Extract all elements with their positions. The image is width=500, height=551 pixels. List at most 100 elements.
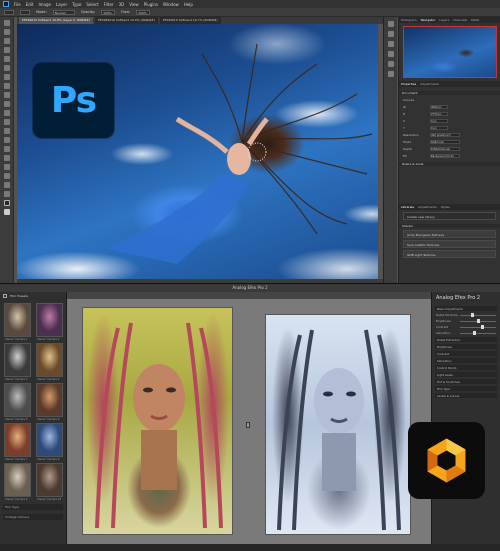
section-light-leaks[interactable]: Light Leaks [435,372,497,377]
preset-thumbnail[interactable]: Classic Camera 7 [4,423,31,461]
slider-contrast[interactable]: Contrast [436,325,496,329]
slider-track[interactable] [460,313,496,317]
depth-dropdown[interactable]: 8 Bits/Channel [430,147,460,151]
menu-image[interactable]: Image [38,2,51,7]
background-color-swatch[interactable] [3,209,10,215]
preset-thumbnail[interactable]: Classic Camera 2 [36,303,63,341]
mode-dropdown[interactable]: RGB Color [430,140,460,144]
character-panel-icon[interactable] [387,51,394,57]
menu-view[interactable]: View [129,2,139,7]
tab-styles[interactable]: Styles [441,205,450,209]
lasso-tool-icon[interactable] [3,38,10,44]
slider-saturation[interactable]: Saturation [436,331,496,335]
brush-preset-icon[interactable] [20,9,30,15]
brush-tool-icon[interactable] [3,83,10,89]
x-field[interactable]: 0 px [430,119,448,123]
tab-properties[interactable]: Properties [401,82,416,86]
rulers-grids-label[interactable]: Rulers & Grids [399,162,500,166]
section-contrast[interactable]: Contrast [435,351,497,356]
preset-thumbnail[interactable]: Classic Camera 8 [36,423,63,461]
mode-select[interactable]: Normal [52,9,75,15]
resolution-field[interactable]: 300 pixels/inch [430,133,460,137]
tab-lib-adjustments[interactable]: Adjustments [418,205,437,209]
menu-filter[interactable]: Filter [104,2,114,7]
history-panel-icon[interactable] [387,21,394,27]
vintage-camera-bar[interactable]: Vintage Camera [3,514,63,520]
library-item[interactable]: Andy Bourgeois Textures [403,230,496,238]
healing-tool-icon[interactable] [3,74,10,80]
tab-adjustments[interactable]: Adjustments [420,82,439,86]
navigator-thumbnail[interactable] [402,26,497,78]
gradient-tool-icon[interactable] [3,119,10,125]
crop-tool-icon[interactable] [3,56,10,62]
tab-channels[interactable]: Channels [453,18,467,22]
tab-libraries[interactable]: Libraries [401,205,414,209]
preset-thumbnail[interactable]: Classic Camera 6 [36,383,63,421]
type-tool-icon[interactable] [3,155,10,161]
hand-tool-icon[interactable] [3,182,10,188]
preset-thumbnail[interactable]: Classic Camera 5 [4,383,31,421]
foreground-color-swatch[interactable] [3,200,10,206]
section-film-type[interactable]: Film Type [435,386,497,391]
paragraph-panel-icon[interactable] [387,61,394,67]
quick-select-tool-icon[interactable] [3,47,10,53]
flow-field[interactable]: 100% [136,9,151,15]
fill-dropdown[interactable]: Background Color [430,154,460,158]
tab-histogram[interactable]: Histogram [401,18,417,22]
tab-layers[interactable]: Layers [439,18,449,22]
menu-edit[interactable]: Edit [26,2,34,7]
create-library-button[interactable]: Create new library [403,212,496,220]
doc-tab-1[interactable]: PF099010 SoftLand 16.8% (Layer 0, RGB/8#… [19,17,93,24]
section-brightness[interactable]: Brightness [435,344,497,349]
menu-plugins[interactable]: Plugins [144,2,158,7]
slider-track[interactable] [460,331,496,335]
preset-thumbnail[interactable]: Classic Camera 10 [36,463,63,501]
slider-knob[interactable] [476,319,480,323]
doc-tab-2[interactable]: PF0989010 SoftLand 16.9% (RGB/8#) [95,17,158,24]
doc-tab-3[interactable]: PF099010 SoftLand 16.7% (RGB/8#) [159,17,221,24]
menu-window[interactable]: Window [163,2,179,7]
grid-view-icon[interactable] [3,294,7,298]
split-view-handle[interactable] [246,422,250,428]
y-field[interactable]: 0 px [430,126,448,130]
actions-panel-icon[interactable] [387,31,394,37]
menu-help[interactable]: Help [184,2,193,7]
home-icon[interactable] [4,9,14,15]
menu-type[interactable]: Type [72,2,81,7]
clone-stamp-tool-icon[interactable] [3,92,10,98]
move-tool-icon[interactable] [3,20,10,26]
zoom-tool-icon[interactable] [3,191,10,197]
slider-detail-extraction[interactable]: Detail Extraction [436,313,496,317]
menu-layer[interactable]: Layer [56,2,67,7]
slider-track[interactable] [460,319,496,323]
section-saturation[interactable]: Saturation [435,358,497,363]
brush-panel-icon[interactable] [387,41,394,47]
dodge-tool-icon[interactable] [3,137,10,143]
menu-file[interactable]: File [14,2,21,7]
opacity-field[interactable]: 100% [101,9,116,15]
path-select-tool-icon[interactable] [3,164,10,170]
eraser-tool-icon[interactable] [3,110,10,116]
slider-knob[interactable] [471,313,475,317]
width-field[interactable]: 4096 px [430,105,448,109]
history-brush-tool-icon[interactable] [3,101,10,107]
marquee-tool-icon[interactable] [3,29,10,35]
tab-navigator[interactable]: Navigator [421,18,436,22]
slider-track[interactable] [460,325,496,329]
menu-select[interactable]: Select [86,2,98,7]
slider-knob[interactable] [472,331,476,335]
blur-tool-icon[interactable] [3,128,10,134]
swatches-panel-icon[interactable] [387,71,394,77]
section-control-points[interactable]: Control Points [435,365,497,370]
section-levels-curves[interactable]: Levels & Curves [435,393,497,398]
library-item[interactable]: Sara Castillo Textures [403,240,496,248]
slider-brightness[interactable]: Brightness [436,319,496,323]
eyedropper-tool-icon[interactable] [3,65,10,71]
preset-thumbnail[interactable]: Classic Camera 3 [4,343,31,381]
preset-thumbnail[interactable]: Classic Camera 4 [36,343,63,381]
menu-3d[interactable]: 3D [119,2,125,7]
tab-paths[interactable]: Paths [471,18,479,22]
section-detail-extraction[interactable]: Detail Extraction [435,337,497,342]
pen-tool-icon[interactable] [3,146,10,152]
preset-thumbnail[interactable]: Classic Camera 9 [4,463,31,501]
